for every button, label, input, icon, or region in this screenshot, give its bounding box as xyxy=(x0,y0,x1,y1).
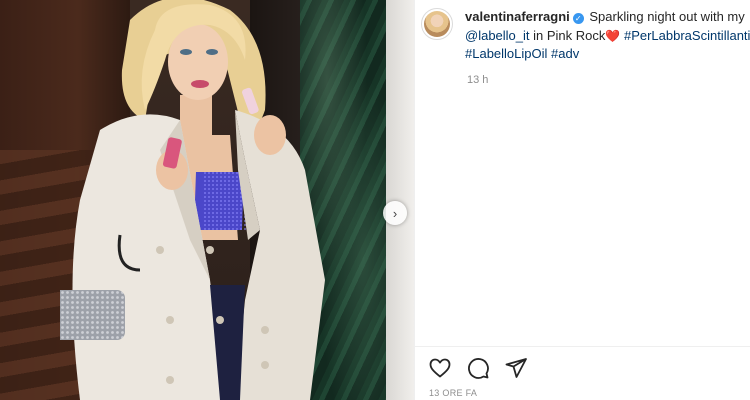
white-wall xyxy=(386,0,414,400)
action-bar xyxy=(428,356,528,380)
caption-row: valentinaferragni ✓ Sparkling night out w… xyxy=(421,8,750,64)
like-button[interactable] xyxy=(428,356,452,380)
comment-button[interactable] xyxy=(466,356,490,380)
verified-badge-icon: ✓ xyxy=(572,13,584,24)
post-photo[interactable]: › xyxy=(0,0,414,400)
woman-figure xyxy=(60,0,325,400)
caption-timestamp: 13 h xyxy=(467,74,489,86)
caption-text: in Pink Rock xyxy=(533,27,606,43)
carousel-next-button[interactable]: › xyxy=(383,201,407,225)
post-caption: valentinaferragni ✓ Sparkling night out w… xyxy=(465,8,750,64)
hashtag-link[interactable]: #LabelloLipOil xyxy=(465,46,547,61)
comment-icon xyxy=(468,358,489,379)
divider xyxy=(415,346,750,347)
chevron-right-icon: › xyxy=(392,205,398,221)
share-button[interactable] xyxy=(504,356,528,380)
avatar-image xyxy=(424,11,450,37)
post-age-label: 13 ORE FA xyxy=(429,388,478,398)
hashtag-link[interactable]: #adv xyxy=(551,46,579,61)
heart-icon xyxy=(429,358,451,378)
mention-link[interactable]: @labello_it xyxy=(465,28,530,43)
hashtag-link[interactable]: #PerLabbraScintillanti xyxy=(624,28,750,43)
heart-emoji: ❤️ xyxy=(605,28,621,43)
caption-text: Sparkling night out with my xyxy=(589,9,745,24)
share-icon xyxy=(505,358,527,378)
avatar[interactable] xyxy=(421,8,453,40)
username-link[interactable]: valentinaferragni xyxy=(465,9,570,24)
post-details-panel: valentinaferragni ✓ Sparkling night out w… xyxy=(414,0,750,400)
